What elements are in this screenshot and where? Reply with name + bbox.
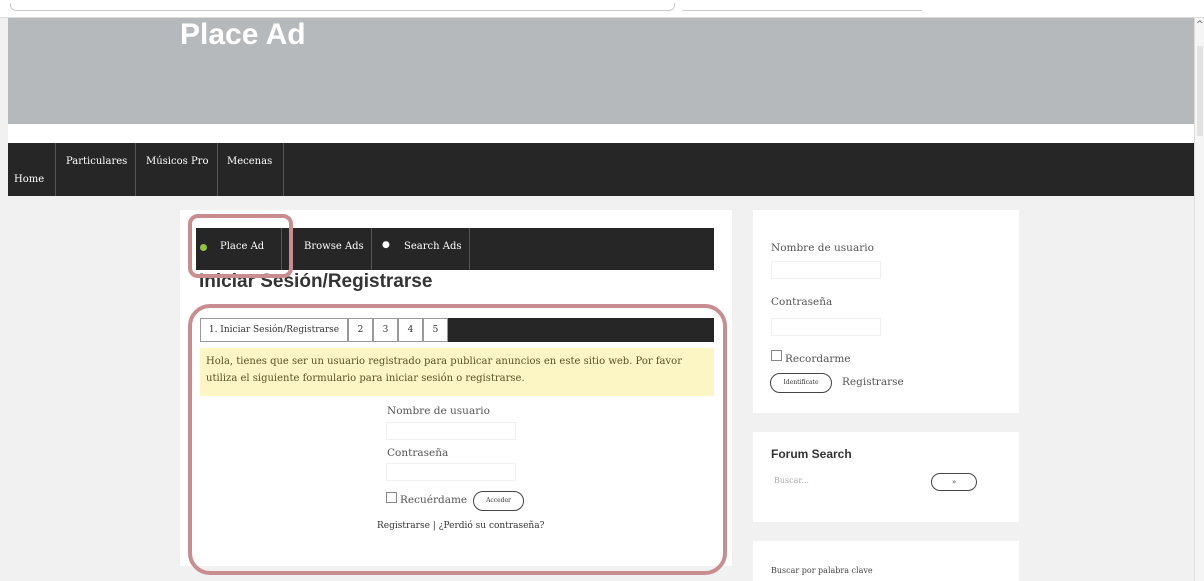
sidebar-remember-checkbox[interactable] [771, 350, 782, 361]
identify-button[interactable]: Identifícate [770, 373, 832, 393]
sidebar-password-field[interactable] [771, 318, 881, 336]
main-nav: Home Particulares Músicos Pro Mecenas [8, 143, 1194, 196]
header-gap [8, 124, 1194, 143]
search-icon: ● [382, 240, 390, 250]
site-title: Place Ad [180, 18, 306, 51]
page-scrollbar[interactable]: ^ [1194, 18, 1204, 581]
header-banner: Place Ad [8, 18, 1194, 124]
nav-item-mecenas[interactable]: Mecenas [218, 143, 284, 196]
forum-search-button[interactable]: » [931, 473, 977, 491]
nav-item-particulares[interactable]: Particulares [56, 143, 136, 196]
page: Place Ad ^ Home Particulares Músicos Pro… [0, 0, 1204, 581]
forum-search-input[interactable]: Buscar... [771, 472, 923, 492]
sidebar-username-field[interactable] [771, 261, 881, 279]
sidebar-keyword-box [753, 541, 1019, 581]
highlight-place-ad [188, 214, 293, 278]
browser-top-strip [0, 0, 1204, 18]
sidebar-register-link[interactable]: Registrarse [842, 376, 904, 388]
highlight-login-form [188, 304, 727, 575]
ad-nav-browse-label: Browse Ads [304, 241, 364, 252]
nav-particulares-label: Particulares [66, 156, 128, 167]
nav-mecenas-label: Mecenas [227, 156, 273, 167]
sidebar-username-label: Nombre de usuario [771, 242, 874, 254]
nav-musicos-pro-label: Músicos Pro [146, 156, 209, 167]
ad-nav-search-ads[interactable]: ● Search Ads [372, 228, 470, 270]
nav-item-home[interactable]: Home [8, 143, 56, 196]
keyword-search-label: Buscar por palabra clave [771, 566, 873, 575]
scrollbar-thumb[interactable] [1197, 46, 1203, 136]
ad-nav-search-label: Search Ads [404, 241, 462, 252]
tab-outline [10, 3, 675, 11]
ad-nav-browse-ads[interactable]: Browse Ads [282, 228, 372, 270]
sidebar-password-label: Contraseña [771, 296, 833, 308]
forum-search-title: Forum Search [771, 447, 852, 461]
nav-item-musicos-pro[interactable]: Músicos Pro [136, 143, 218, 196]
address-outline [682, 3, 922, 11]
scroll-up-icon[interactable]: ^ [1196, 20, 1204, 30]
sidebar-remember-label: Recordarme [785, 353, 851, 365]
nav-home-label: Home [14, 174, 45, 185]
